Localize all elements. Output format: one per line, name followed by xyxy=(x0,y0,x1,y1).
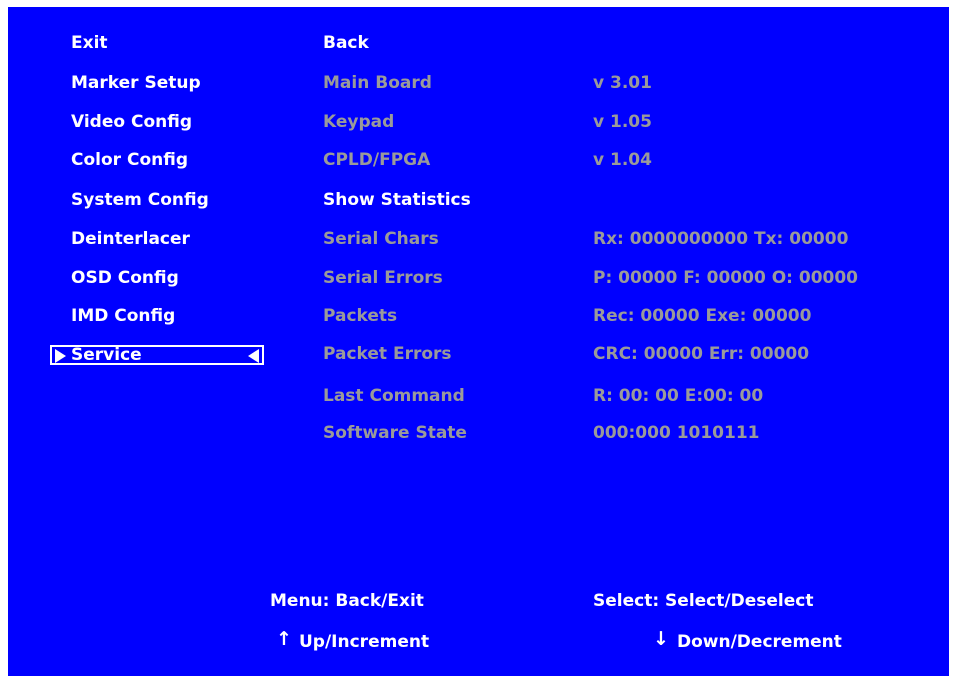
menu-hint: Menu: Back/Exit xyxy=(270,591,424,611)
menu-item-color-config[interactable]: Color Config xyxy=(71,150,188,170)
menu-item-service-label: Service xyxy=(71,345,142,365)
up-hint: Up/Increment xyxy=(299,632,430,652)
main-board-label: Main Board xyxy=(323,73,432,93)
menu-item-system-config[interactable]: System Config xyxy=(71,190,209,210)
menu-item-exit[interactable]: Exit xyxy=(71,33,108,53)
serial-chars-value: Rx: 0000000000 Tx: 00000 xyxy=(593,229,849,249)
cpld-fpga-label: CPLD/FPGA xyxy=(323,150,431,170)
back-item[interactable]: Back xyxy=(323,33,369,53)
software-state-value: 000:000 1010111 xyxy=(593,423,760,443)
show-statistics-item[interactable]: Show Statistics xyxy=(323,190,471,210)
last-command-label: Last Command xyxy=(323,386,465,406)
serial-errors-label: Serial Errors xyxy=(323,268,443,288)
packet-errors-label: Packet Errors xyxy=(323,344,452,364)
menu-item-osd-config[interactable]: OSD Config xyxy=(71,268,179,288)
select-hint: Select: Select/Deselect xyxy=(593,591,814,611)
osd-menu-panel: Exit Marker Setup Video Config Color Con… xyxy=(8,7,949,676)
menu-item-deinterlacer[interactable]: Deinterlacer xyxy=(71,229,190,249)
menu-item-imd-config[interactable]: IMD Config xyxy=(71,306,175,326)
triangle-pointer-icon xyxy=(248,349,259,363)
keypad-label: Keypad xyxy=(323,112,395,132)
main-board-value: v 3.01 xyxy=(593,73,652,93)
software-state-label: Software State xyxy=(323,423,467,443)
packet-errors-value: CRC: 00000 Err: 00000 xyxy=(593,344,810,364)
keypad-value: v 1.05 xyxy=(593,112,652,132)
serial-errors-value: P: 00000 F: 00000 O: 00000 xyxy=(593,268,859,288)
down-arrow-icon: ↓ xyxy=(653,628,669,650)
down-hint: Down/Decrement xyxy=(677,632,842,652)
last-command-value: R: 00: 00 E:00: 00 xyxy=(593,386,764,406)
packets-label: Packets xyxy=(323,306,398,326)
up-arrow-icon: ↑ xyxy=(276,628,292,650)
cpld-fpga-value: v 1.04 xyxy=(593,150,652,170)
serial-chars-label: Serial Chars xyxy=(323,229,439,249)
packets-value: Rec: 00000 Exe: 00000 xyxy=(593,306,812,326)
menu-item-marker-setup[interactable]: Marker Setup xyxy=(71,73,201,93)
menu-item-service-selected[interactable]: Service xyxy=(50,345,264,365)
triangle-pointer-icon xyxy=(55,349,66,363)
menu-item-video-config[interactable]: Video Config xyxy=(71,112,192,132)
